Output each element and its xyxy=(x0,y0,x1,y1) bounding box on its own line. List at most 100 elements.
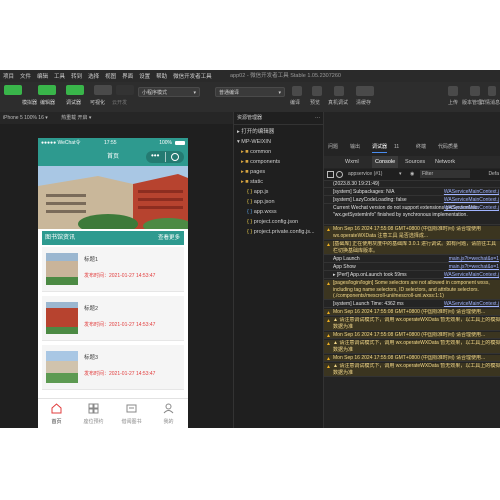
menu-item[interactable]: 帮助 xyxy=(153,72,170,80)
file-icon: { } xyxy=(247,189,254,195)
window-title: app02 - 微信开发者工具 Stable 1.05.2307260 xyxy=(230,73,341,79)
open-editors-section[interactable]: ▸ 打开的编辑器 xyxy=(234,127,327,137)
menu-item[interactable]: 转到 xyxy=(68,72,85,80)
filter-input[interactable]: Filter xyxy=(420,170,470,178)
news-thumbnail xyxy=(46,253,78,285)
file-tree-item[interactable]: { } app.wxss xyxy=(234,207,337,217)
devtools-top-tab[interactable]: 11 xyxy=(394,142,399,152)
file-name: common xyxy=(250,149,272,155)
devtools-top-tab[interactable]: 问题 xyxy=(328,142,338,152)
simulator-toggle-button[interactable] xyxy=(4,85,22,95)
debugger-toggle-button[interactable] xyxy=(66,85,84,95)
chevron-down-icon: ▾ xyxy=(278,90,281,96)
tab-home[interactable]: 首页 xyxy=(38,399,75,428)
toolbar: 模拟器 编辑器 调试器 可视化 云开发 小程序模式 ▾ 普通编译 ▾ 编译 预览… xyxy=(0,82,500,112)
console-log-entry: [system] Launch Time: 4362 ms WAServiceMa… xyxy=(324,301,500,308)
editor-toggle-button[interactable] xyxy=(38,85,56,95)
folder-icon: ▸ ■ xyxy=(241,159,251,165)
news-thumbnail xyxy=(46,351,78,383)
warning-icon: ▲ xyxy=(326,364,331,370)
remote-debug-icon[interactable] xyxy=(334,86,344,96)
log-source-link[interactable]: WAServiceMainContext.j xyxy=(444,205,499,212)
clear-icon[interactable] xyxy=(336,171,343,178)
console-log-entry: ▲ Mon Sep 16 2024 17:55:08 GMT+0800 (中国标准… xyxy=(324,332,500,339)
eye-icon[interactable]: ◉ xyxy=(410,169,414,180)
compile-icon[interactable] xyxy=(292,86,302,96)
file-tree-item[interactable]: { } app.json xyxy=(234,197,337,207)
file-tree-item[interactable]: ▸ ■ components xyxy=(234,157,331,167)
preview-icon[interactable] xyxy=(312,86,322,96)
file-tree-item[interactable]: { } project.config.json xyxy=(234,217,337,227)
log-levels-select[interactable]: Defa xyxy=(488,169,499,180)
simulator-label: 模拟器 xyxy=(22,100,38,106)
tab-seat[interactable]: 座位预约 xyxy=(75,399,112,428)
log-source-link[interactable]: WAServiceMainContext.j xyxy=(444,189,499,195)
devtools-tab[interactable]: Wxml xyxy=(342,156,362,168)
editor-label: 编辑器 xyxy=(40,100,56,106)
view-more-link[interactable]: 查看更多 xyxy=(158,231,180,245)
list-item[interactable]: 标题2 发布时间：2021-01-27 14:53:47 xyxy=(42,296,184,341)
file-tree-item[interactable]: ▸ ■ common xyxy=(234,147,331,157)
more-icon[interactable]: ··· xyxy=(315,112,320,124)
log-source-link[interactable]: WAServiceMainContext.j xyxy=(444,272,499,278)
compile-select[interactable]: 普通编译 ▾ xyxy=(215,87,285,97)
mode-select[interactable]: 小程序模式 ▾ xyxy=(138,87,200,97)
context-select[interactable]: appservice (#1) xyxy=(348,169,382,180)
tab-borrow[interactable]: 借阅图书 xyxy=(113,399,150,428)
sidebar-icon[interactable] xyxy=(327,171,334,178)
banner-image[interactable] xyxy=(38,166,188,229)
open-editors-label: 打开的编辑器 xyxy=(241,129,275,135)
list-item[interactable]: 标题3 发布时间：2021-01-27 14:53:47 xyxy=(42,345,184,390)
log-text: ▲ 请注意调试模式下，调用 wx.operateWXData 暂无效果，以工具上… xyxy=(333,340,500,353)
menu-item[interactable]: 界面 xyxy=(119,72,136,80)
tab-mine[interactable]: 我的 xyxy=(150,399,187,428)
project-root[interactable]: ▾ MP-WEIXIN xyxy=(234,137,327,147)
log-text: [基础库] 正在使用灰度中的基础库 3.0.1 进行调试。如有问题，请前往工具栏… xyxy=(333,241,497,254)
file-tree-item[interactable]: ▸ ■ static xyxy=(234,177,331,187)
details-icon[interactable] xyxy=(488,86,496,96)
menu-item[interactable]: 设置 xyxy=(136,72,153,80)
more-icon[interactable]: ••• xyxy=(151,147,159,165)
devtools-tab[interactable]: Console xyxy=(372,156,399,168)
log-source-link[interactable]: main.js?t=wechat&s=1 xyxy=(449,264,499,270)
clear-cache-icon[interactable] xyxy=(356,86,374,96)
log-text: Mon Sep 16 2024 17:55:08 GMT+0800 (中国标准时… xyxy=(333,332,486,338)
carrier-text: ●●●●● WeChat令 xyxy=(41,140,81,146)
menu-item[interactable]: 项目 xyxy=(0,72,17,80)
file-icon: { } xyxy=(247,199,254,205)
menu-item[interactable]: 工具 xyxy=(51,72,68,80)
console-log-entry: ▲ ▲ 请注意调试模式下，调用 wx.operateWXData 暂无效果，以工具… xyxy=(324,363,500,377)
capsule-menu[interactable]: ••• xyxy=(146,151,184,163)
log-text: [system] Subpackages: N/A xyxy=(333,189,395,195)
log-text: ▲ 请注意调试模式下，调用 wx.operateWXData 暂无效果，以工具上… xyxy=(333,317,500,330)
devtools-top-tab[interactable]: 输出 xyxy=(350,142,360,152)
item-title: 标题3 xyxy=(84,355,99,361)
log-source-link[interactable]: main.js?t=wechat&s=1 xyxy=(449,256,499,262)
cloud-toggle-button[interactable] xyxy=(116,85,134,95)
hotreload-select[interactable]: 热重载 开启 ▾ xyxy=(61,115,91,121)
devtools-top-tab[interactable]: 代码质量 xyxy=(438,142,458,152)
log-source-link[interactable]: WAServiceMainContext.j xyxy=(444,301,499,307)
menu-item[interactable]: 视图 xyxy=(102,72,119,80)
version-icon[interactable] xyxy=(470,86,480,96)
file-tree-item[interactable]: { } app.js xyxy=(234,187,337,197)
file-name: components xyxy=(250,159,281,165)
file-tree-item[interactable]: { } project.private.config.js... xyxy=(234,227,337,237)
menu-item[interactable]: 文件 xyxy=(17,72,34,80)
version-label: 版本管理 xyxy=(462,100,483,106)
devtools-tab[interactable]: Sources xyxy=(402,156,428,168)
upload-icon[interactable] xyxy=(448,86,458,96)
devtools-top-tab[interactable]: 终端 xyxy=(416,142,426,152)
menu-item[interactable]: 编辑 xyxy=(34,72,51,80)
devtools-tab[interactable]: Network xyxy=(432,156,458,168)
menu-item[interactable]: 微信开发者工具 xyxy=(170,72,215,80)
book-icon xyxy=(126,404,137,413)
devtools-top-tab[interactable]: 调试器 xyxy=(372,142,388,153)
menu-item[interactable]: 选择 xyxy=(85,72,102,80)
close-icon[interactable] xyxy=(171,153,179,161)
file-tree-item[interactable]: ▸ ■ pages xyxy=(234,167,331,177)
log-source-link[interactable]: WAServiceMainContext.j xyxy=(444,197,499,203)
visual-toggle-button[interactable] xyxy=(94,85,112,95)
device-select[interactable]: iPhone 5 100% 16 ▾ xyxy=(3,115,48,121)
list-item[interactable]: 标题1 发布时间：2021-01-27 14:53:47 xyxy=(42,247,184,292)
